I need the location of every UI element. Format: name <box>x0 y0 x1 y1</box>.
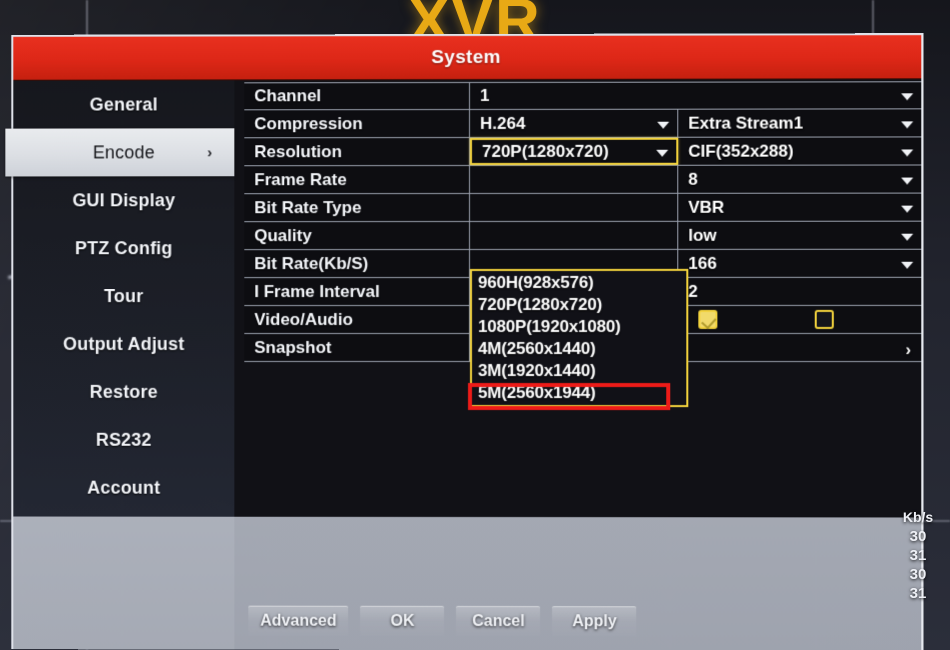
dropdown-option-1080p[interactable]: 1080P(1920x1080) <box>472 316 686 338</box>
sidebar-item-label: Tour <box>104 285 144 306</box>
stream-type-select[interactable]: Extra Stream1 <box>678 109 921 136</box>
chevron-down-icon <box>901 148 914 156</box>
sidebar-item-encode[interactable]: Encode › <box>5 128 235 177</box>
frame-rate-main-select[interactable] <box>469 165 679 193</box>
resolution-main-value: 720P(1280x720) <box>482 141 609 161</box>
resolution-extra-value: CIF(352x288) <box>688 141 794 161</box>
system-settings-dialog: System General Encode › GUI Display PTZ … <box>5 33 924 650</box>
resolution-extra-select[interactable]: CIF(352x288) <box>678 137 921 164</box>
chevron-right-icon: › <box>905 339 912 359</box>
row-label: Bit Rate Type <box>244 193 470 222</box>
row-label: Video/Audio <box>244 305 470 334</box>
sidebar-item-label: Restore <box>89 381 158 402</box>
dialog-body: General Encode › GUI Display PTZ Config … <box>5 79 922 650</box>
bit-rate-extra-select[interactable]: 166 <box>678 250 921 277</box>
quality-extra-select[interactable]: low <box>678 222 921 249</box>
advanced-button[interactable]: Advanced <box>248 605 349 636</box>
bitrate-readout: Kb/s 30 31 30 31 <box>890 508 946 603</box>
screen-photo: XVR Kb/s 30 31 30 31 System General Enco… <box>0 0 950 650</box>
sidebar-item-label: Encode <box>92 141 155 162</box>
frame-rate-extra-value: 8 <box>688 169 698 189</box>
sidebar-item-tour[interactable]: Tour <box>13 272 234 320</box>
video-extra-checkbox-slot <box>688 309 804 329</box>
chevron-down-icon <box>901 93 914 101</box>
table-row-compression: Compression H.264 Extra Stream1 <box>244 109 922 139</box>
audio-extra-checkbox[interactable] <box>814 309 834 329</box>
dropdown-option-720p[interactable]: 720P(1280x720) <box>472 294 686 316</box>
chevron-down-icon <box>657 121 670 129</box>
channel-select[interactable]: 1 <box>470 82 921 109</box>
row-label: Compression <box>244 109 470 138</box>
sidebar-item-gui-display[interactable]: GUI Display <box>13 176 234 224</box>
dropdown-option-5m[interactable]: 5M(2560x1944) <box>472 382 686 404</box>
quality-main-select[interactable] <box>469 221 679 249</box>
chevron-down-icon <box>901 120 914 128</box>
compression-main-select[interactable]: H.264 <box>469 109 679 137</box>
sidebar-item-ptz-config[interactable]: PTZ Config <box>13 224 234 272</box>
sidebar-item-rs232[interactable]: RS232 <box>13 416 234 464</box>
audio-extra-checkbox-slot <box>805 309 922 329</box>
settings-sidebar: General Encode › GUI Display PTZ Config … <box>5 80 235 517</box>
dropdown-option-960h[interactable]: 960H(928x576) <box>472 272 686 294</box>
dropdown-option-3m[interactable]: 3M(1920x1440) <box>472 360 686 382</box>
row-label: I Frame Interval <box>244 277 470 306</box>
sidebar-item-output-adjust[interactable]: Output Adjust <box>13 320 234 368</box>
channel-value: 1 <box>480 85 490 105</box>
bitrate-value: 30 <box>909 528 927 545</box>
row-label: Resolution <box>244 137 470 166</box>
chevron-right-icon: › <box>207 143 213 161</box>
cancel-button[interactable]: Cancel <box>456 605 541 637</box>
row-label: Bit Rate(Kb/S) <box>244 249 470 278</box>
chevron-down-icon <box>901 261 914 269</box>
video-audio-extra-group <box>678 306 921 333</box>
row-label: Channel <box>244 82 470 110</box>
bitrate-unit-label: Kb/s <box>902 509 934 525</box>
chevron-down-icon <box>901 205 914 213</box>
sidebar-item-account[interactable]: Account <box>13 464 234 512</box>
table-row-bit-rate-type: Bit Rate Type VBR <box>244 193 922 223</box>
bit-rate-extra-value: 166 <box>688 253 717 273</box>
frame-rate-extra-select[interactable]: 8 <box>678 166 921 193</box>
sidebar-item-general[interactable]: General <box>13 80 234 128</box>
apply-button[interactable]: Apply <box>552 606 637 637</box>
sidebar-item-label: Account <box>87 477 161 498</box>
ok-button[interactable]: OK <box>360 605 445 636</box>
bit-rate-type-extra-select[interactable]: VBR <box>678 194 921 221</box>
sidebar-bottom-panel <box>13 516 235 650</box>
row-label: Snapshot <box>244 333 470 362</box>
bitrate-value: 31 <box>909 547 927 564</box>
row-label: Quality <box>244 221 470 250</box>
compression-main-value: H.264 <box>480 113 526 133</box>
video-extra-checkbox[interactable] <box>698 309 718 329</box>
sidebar-item-label: Output Adjust <box>63 333 185 354</box>
bitrate-value: 31 <box>909 585 927 602</box>
sidebar-item-label: GUI Display <box>72 189 176 210</box>
sidebar-item-label: General <box>89 93 158 115</box>
quality-extra-value: low <box>688 225 717 245</box>
stream-type-value: Extra Stream1 <box>688 113 804 133</box>
i-frame-extra-input[interactable]: 2 <box>678 278 921 305</box>
resolution-main-select[interactable]: 720P(1280x720) <box>469 137 679 165</box>
dropdown-option-4m[interactable]: 4M(2560x1440) <box>472 338 686 360</box>
table-row-resolution: Resolution 720P(1280x720) CIF(352x288) <box>244 137 922 167</box>
dialog-footer: Advanced OK Cancel Apply <box>244 602 921 641</box>
bitrate-value: 30 <box>909 566 927 583</box>
bit-rate-type-extra-value: VBR <box>688 197 725 217</box>
dialog-titlebar: System <box>13 35 922 81</box>
row-label: Frame Rate <box>244 165 470 194</box>
table-row-channel: Channel 1 <box>244 81 922 111</box>
sidebar-item-label: RS232 <box>95 429 152 450</box>
chevron-down-icon <box>656 149 669 157</box>
chevron-down-icon <box>901 233 914 241</box>
table-row-frame-rate: Frame Rate 8 <box>244 165 922 195</box>
bit-rate-type-main-select[interactable] <box>469 193 679 221</box>
i-frame-extra-value: 2 <box>688 281 698 301</box>
table-row-quality: Quality low <box>244 221 922 251</box>
sidebar-item-restore[interactable]: Restore <box>13 368 234 416</box>
dialog-title: System <box>431 46 501 69</box>
resolution-dropdown-list[interactable]: 960H(928x576) 720P(1280x720) 1080P(1920x… <box>469 268 689 408</box>
sidebar-item-label: PTZ Config <box>74 237 173 258</box>
chevron-down-icon <box>901 177 914 185</box>
